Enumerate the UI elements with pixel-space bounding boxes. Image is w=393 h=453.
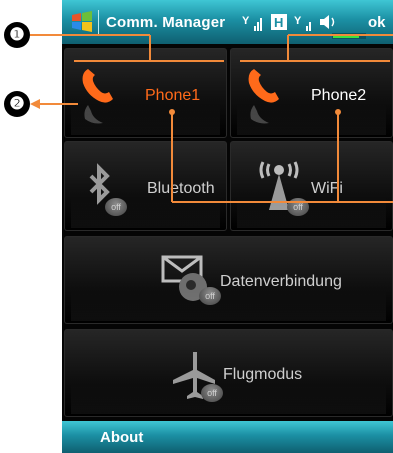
bluetooth-tile[interactable]: off Bluetooth <box>64 141 227 231</box>
battery-icon[interactable] <box>332 33 366 39</box>
volume-icon[interactable] <box>318 12 340 32</box>
svg-text:H: H <box>274 15 283 30</box>
title-separator <box>98 10 99 34</box>
wifi-label: WiFi <box>311 180 343 197</box>
app-title: Comm. Manager <box>106 14 226 31</box>
about-button[interactable]: About <box>100 429 143 446</box>
callout-1: ❶ <box>4 22 30 48</box>
title-bar: Comm. Manager Y H Y ok <box>62 0 393 44</box>
bottom-bar: About <box>62 421 393 453</box>
signal-icon[interactable]: Y <box>242 12 264 32</box>
wifi-tile[interactable]: off WiFi <box>230 141 393 231</box>
svg-text:Y: Y <box>294 15 302 27</box>
tile-reflection <box>71 290 386 321</box>
windows-start-icon[interactable] <box>70 10 94 34</box>
airplane-mode-tile[interactable]: off Flugmodus <box>64 329 393 417</box>
tile-reflection <box>237 104 386 135</box>
data-connection-label: Datenverbindung <box>220 273 342 290</box>
svg-text:Y: Y <box>242 15 250 27</box>
phone1-label: Phone1 <box>145 87 201 104</box>
phone2-tile[interactable]: Phone2 <box>230 48 393 138</box>
phone1-tile[interactable]: Phone1 <box>64 48 227 138</box>
signal2-icon[interactable]: Y <box>294 12 316 32</box>
h-network-icon[interactable]: H <box>270 12 290 32</box>
phone2-label: Phone2 <box>311 87 367 104</box>
ok-button[interactable]: ok <box>368 14 386 31</box>
tile-reflection <box>71 104 220 135</box>
device-screen: Comm. Manager Y H Y ok Phone1 Phone2 Blu… <box>62 0 393 453</box>
tile-reflection <box>237 197 386 228</box>
callout-2: ❷ <box>4 91 30 117</box>
tile-reflection <box>71 197 220 228</box>
annotation-arrowhead <box>30 99 40 109</box>
tile-reflection <box>71 383 386 414</box>
airplane-mode-label: Flugmodus <box>223 366 303 383</box>
bluetooth-label: Bluetooth <box>147 180 215 197</box>
data-connection-tile[interactable]: off Datenverbindung <box>64 236 393 324</box>
